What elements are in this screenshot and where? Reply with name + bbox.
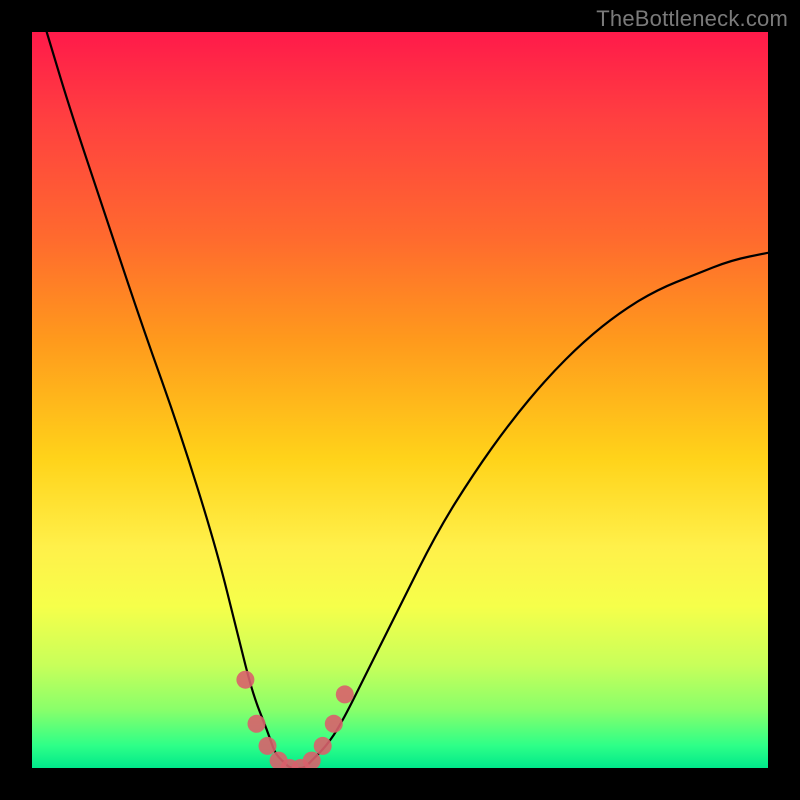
trough-markers	[236, 671, 353, 768]
chart-frame: TheBottleneck.com	[0, 0, 800, 800]
trough-marker	[259, 737, 277, 755]
watermark-text: TheBottleneck.com	[596, 6, 788, 32]
trough-marker	[236, 671, 254, 689]
bottleneck-curve-path	[47, 32, 768, 768]
trough-marker	[314, 737, 332, 755]
plot-area	[32, 32, 768, 768]
curve-svg	[32, 32, 768, 768]
trough-marker	[248, 715, 266, 733]
trough-marker	[325, 715, 343, 733]
trough-marker	[336, 685, 354, 703]
